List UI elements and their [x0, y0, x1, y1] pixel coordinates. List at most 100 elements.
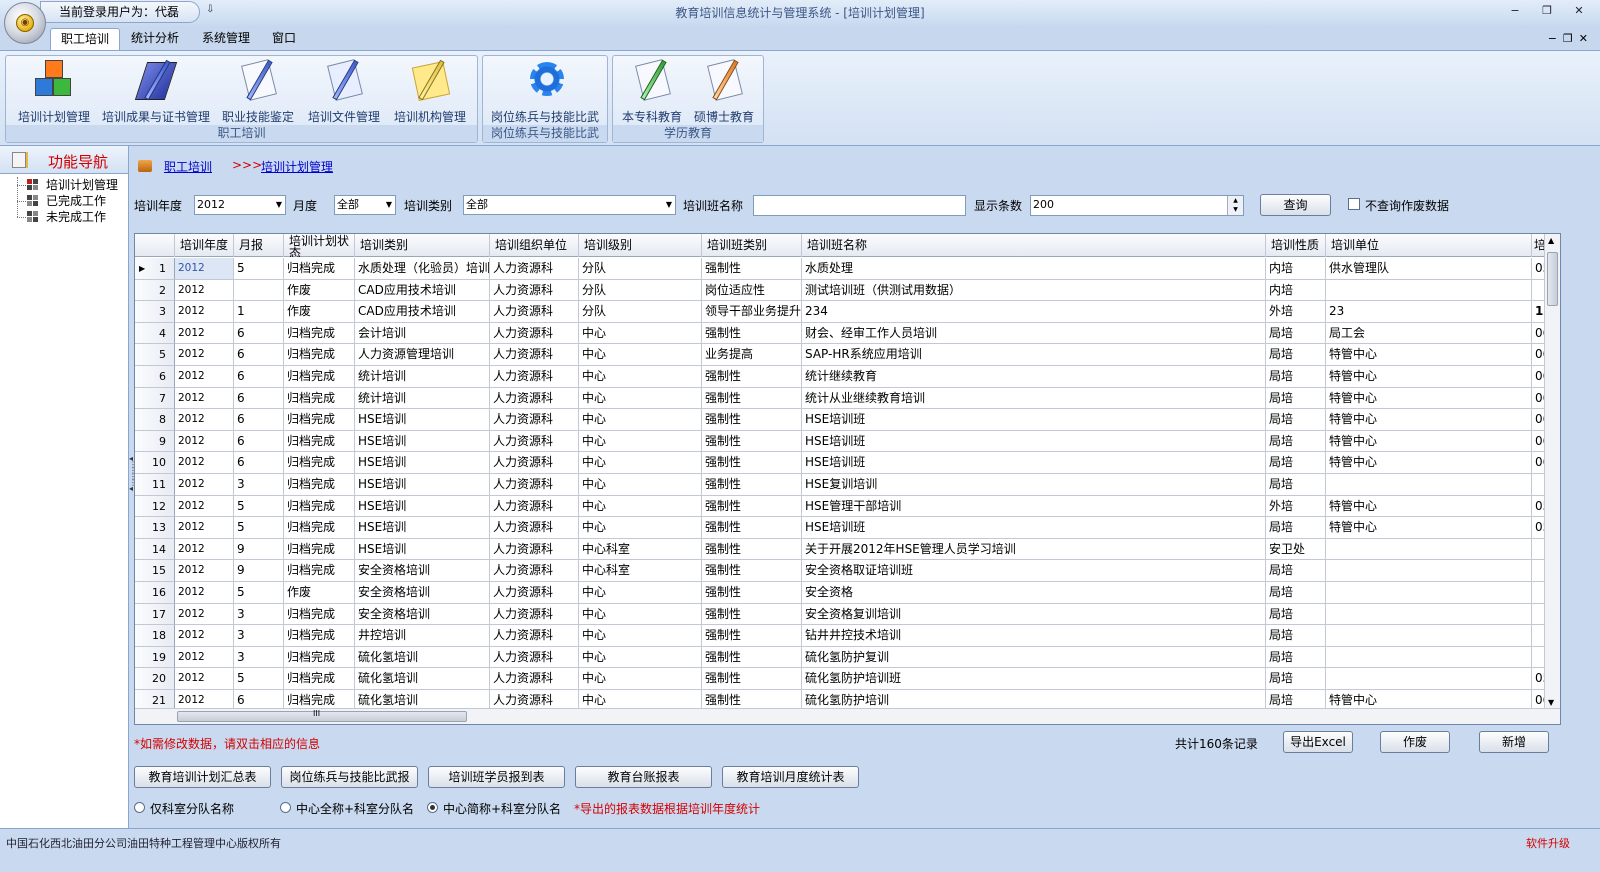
grid-cell[interactable]: 6 — [234, 409, 284, 431]
grid-cell[interactable]: 3 — [234, 646, 284, 669]
grid-cell[interactable]: 局培 — [1266, 582, 1326, 604]
grid-cell[interactable]: 中心科室 — [579, 538, 702, 561]
grid-cell[interactable] — [1326, 625, 1532, 647]
row-number[interactable]: 9 — [135, 430, 175, 453]
grid-cell[interactable]: 人力资源科 — [490, 646, 579, 669]
column-header[interactable]: 培训班名称 — [802, 234, 1266, 257]
category-select[interactable]: 全部 ▼ — [463, 195, 676, 215]
row-number[interactable]: 3 — [135, 301, 175, 323]
grid-cell[interactable]: 分队 — [579, 258, 702, 280]
class-name-input[interactable] — [753, 195, 966, 216]
add-button[interactable]: 新增 — [1479, 731, 1549, 753]
grid-cell[interactable]: 强制性 — [702, 603, 802, 626]
grid-cell[interactable]: 2012 — [175, 387, 234, 410]
grid-cell[interactable]: 强制性 — [702, 668, 802, 690]
grid-cell[interactable]: 3 — [234, 474, 284, 496]
grid-cell[interactable]: 234 — [802, 301, 1266, 323]
skills-report-button[interactable]: 岗位练兵与技能比武报 — [281, 766, 418, 788]
row-number[interactable]: 11 — [135, 474, 175, 496]
grid-cell[interactable]: 局培 — [1266, 668, 1326, 690]
grid-cell[interactable]: 归档完成 — [284, 430, 355, 453]
grid-cell[interactable]: 统计培训 — [355, 387, 490, 410]
grid-cell[interactable]: 归档完成 — [284, 258, 355, 280]
grid-cell[interactable]: 内培 — [1266, 258, 1326, 280]
grid-cell[interactable]: 中心 — [579, 322, 702, 345]
grid-cell[interactable]: 局培 — [1266, 322, 1326, 345]
grid-cell[interactable]: HSE培训 — [355, 452, 490, 474]
training-files-button[interactable]: 培训文件管理 — [306, 58, 382, 125]
grid-cell[interactable]: 强制性 — [702, 560, 802, 582]
grid-cell[interactable]: 强制性 — [702, 495, 802, 518]
grid-cell[interactable] — [234, 279, 284, 302]
grid-cell[interactable]: 5 — [234, 582, 284, 604]
row-number[interactable]: 10 — [135, 452, 175, 474]
grid-cell[interactable]: CAD应用技术培训 — [355, 279, 490, 302]
scroll-down-icon[interactable]: ▼ — [1548, 698, 1554, 707]
grid-cell[interactable]: 安全资格取证培训班 — [802, 560, 1266, 582]
grid-cell[interactable]: HSE培训 — [355, 409, 490, 431]
grid-cell[interactable]: 6 — [234, 387, 284, 410]
row-number[interactable]: 14 — [135, 538, 175, 561]
grid-cell[interactable]: HSE培训班 — [802, 517, 1266, 539]
grid-cell[interactable]: 强制性 — [702, 387, 802, 410]
grid-cell[interactable]: 23 — [1326, 301, 1532, 323]
grid-cell[interactable]: 安卫处 — [1266, 538, 1326, 561]
grid-cell[interactable]: 5 — [234, 495, 284, 518]
rows-stepper[interactable]: 200 ▲ ▼ — [1030, 195, 1244, 216]
grid-cell[interactable]: 人力资源科 — [490, 279, 579, 302]
tab-employee-training[interactable]: 职工培训 — [50, 28, 121, 50]
postgraduate-button[interactable]: 硕博士教育 — [691, 58, 757, 125]
grid-cell[interactable] — [1326, 646, 1532, 669]
breadcrumb-link-plan[interactable]: 培训计划管理 — [261, 158, 333, 175]
grid-cell[interactable]: HSE复训培训 — [802, 474, 1266, 496]
grid-cell[interactable]: 中心 — [579, 344, 702, 366]
grid-cell[interactable]: 2012 — [175, 646, 234, 669]
grid-cell[interactable]: 分队 — [579, 301, 702, 323]
grid-cell[interactable]: 安全资格 — [802, 582, 1266, 604]
radio-full-name[interactable] — [280, 802, 291, 813]
grid-cell[interactable]: 人力资源科 — [490, 668, 579, 690]
column-header[interactable]: 培训性质 — [1266, 234, 1326, 257]
grid-cell[interactable]: 归档完成 — [284, 344, 355, 366]
skills-competition-button[interactable]: 岗位练兵与技能比武 — [487, 58, 603, 125]
grid-cell[interactable]: 关于开展2012年HSE管理人员学习培训 — [802, 538, 1266, 561]
grid-cell[interactable]: 强制性 — [702, 430, 802, 453]
grid-cell[interactable]: 局培 — [1266, 409, 1326, 431]
column-header[interactable]: 培训班类别 — [702, 234, 802, 257]
grid-cell[interactable]: 强制性 — [702, 625, 802, 647]
grid-cell[interactable]: 归档完成 — [284, 495, 355, 518]
grid-cell[interactable]: HSE管理干部培训 — [802, 495, 1266, 518]
grid-cell[interactable]: 中心 — [579, 582, 702, 604]
grid-cell[interactable]: 强制性 — [702, 322, 802, 345]
grid-cell[interactable]: 人力资源科 — [490, 387, 579, 410]
grid-cell[interactable]: 财会、经审工作人员培训 — [802, 322, 1266, 345]
grid-cell[interactable]: 人力资源科 — [490, 430, 579, 453]
grid-cell[interactable]: 9 — [234, 560, 284, 582]
grid-cell[interactable]: 归档完成 — [284, 538, 355, 561]
grid-cell[interactable]: 中心 — [579, 495, 702, 518]
grid-cell[interactable]: 强制性 — [702, 517, 802, 539]
grid-cell[interactable]: 2012 — [175, 322, 234, 345]
grid-cell[interactable]: 9 — [234, 538, 284, 561]
grid-cell[interactable]: 业务提高 — [702, 344, 802, 366]
grid-cell[interactable]: 中心 — [579, 409, 702, 431]
grid-cell[interactable]: 中心科室 — [579, 560, 702, 582]
grid-cell[interactable]: 统计继续教育 — [802, 366, 1266, 388]
grid-cell[interactable]: 2012 — [175, 625, 234, 647]
grid-cell[interactable] — [1326, 560, 1532, 582]
grid-cell[interactable]: 6 — [234, 366, 284, 388]
tree-item-completed[interactable]: 已完成工作 — [0, 193, 128, 209]
grid-cell[interactable]: 2012 — [175, 517, 234, 539]
skill-appraisal-button[interactable]: 职业技能鉴定 — [220, 58, 296, 125]
grid-cell[interactable]: 硫化氢培训 — [355, 668, 490, 690]
grid-cell[interactable]: 2012 — [175, 366, 234, 388]
grid-cell[interactable]: HSE培训 — [355, 495, 490, 518]
grid-cell[interactable]: 人力资源科 — [490, 452, 579, 474]
grid-cell[interactable] — [1326, 474, 1532, 496]
grid-cell[interactable]: 局培 — [1266, 474, 1326, 496]
grid-cell[interactable]: HSE培训 — [355, 517, 490, 539]
grid-cell[interactable]: 6 — [234, 452, 284, 474]
grid-cell[interactable] — [1326, 582, 1532, 604]
grid-cell[interactable]: 分队 — [579, 279, 702, 302]
grid-cell[interactable]: CAD应用技术培训 — [355, 301, 490, 323]
